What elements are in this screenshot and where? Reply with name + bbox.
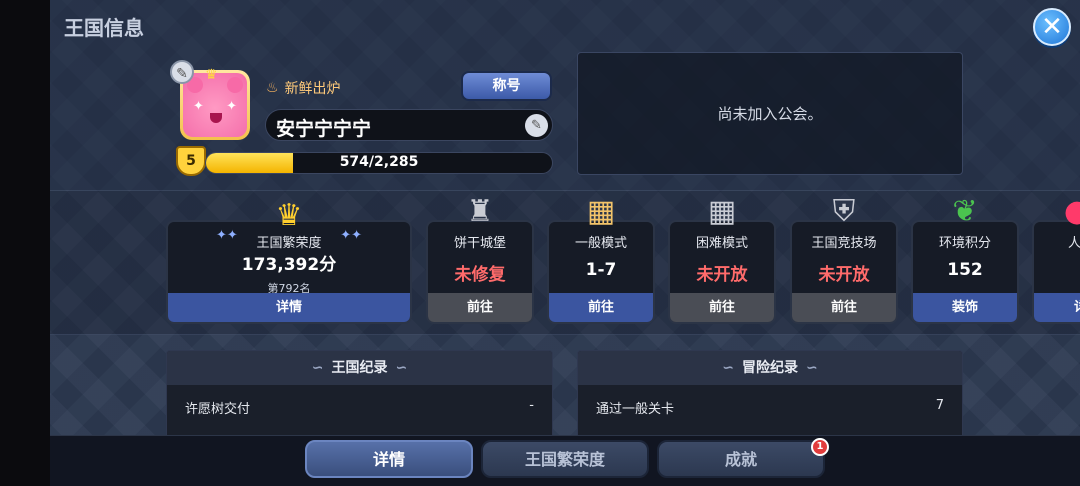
adventure-record-title: 冒险纪录: [742, 360, 798, 376]
record-value: 7: [935, 398, 944, 413]
partial-card-button[interactable]: 详: [1034, 293, 1080, 322]
name-edit-icon[interactable]: ✎: [525, 114, 548, 137]
card-label: 饼干城堡: [453, 236, 506, 251]
kingdom-record-panel: ∽ 王国纪录 ∽ 许愿树交付 -: [166, 350, 553, 440]
achievements-notification-badge: 1: [811, 438, 829, 456]
card-value: 未开放: [818, 265, 870, 285]
record-row: 通过一般关卡 7: [596, 398, 944, 420]
card-cookie-castle: 饼干城堡 未修复 前往: [426, 220, 534, 324]
ornament-icon: ∽: [806, 360, 818, 376]
adventure-record-header: ∽ 冒险纪录 ∽: [578, 351, 962, 385]
kingdom-name-field: 安宁宁宁宁 ✎: [265, 109, 553, 141]
tab-kingdom-prosperity[interactable]: 王国繁荣度: [481, 440, 649, 478]
exp-bar: 574/2,285: [205, 152, 553, 174]
pink-bear-avatar-icon: ♛ ✦ ✦: [183, 67, 247, 137]
sprout-icon: ❦: [952, 194, 978, 229]
card-environment-points: 环境积分 152 装饰: [911, 220, 1019, 324]
page-title: 王国信息: [64, 16, 144, 40]
bread-icon: ♨: [266, 80, 279, 96]
avatar[interactable]: ♛ ✦ ✦: [180, 67, 250, 140]
record-label: 通过一般关卡: [596, 402, 675, 417]
record-label: 许愿树交付: [185, 402, 251, 417]
arena-go-button[interactable]: 前往: [792, 293, 896, 322]
guild-status-box: 尚未加入公会。: [577, 52, 963, 175]
close-icon: ✕: [1041, 12, 1063, 42]
arena-shield-icon: ⛨: [832, 194, 856, 229]
title-button[interactable]: 称号: [461, 71, 552, 101]
heart-gem-icon: ●: [1063, 194, 1080, 229]
kingdom-record-header: ∽ 王国纪录 ∽: [167, 351, 552, 385]
card-label: 环境积分: [938, 236, 991, 251]
card-partial: 人 详: [1032, 220, 1080, 324]
crown-gem-icon: ♛: [275, 198, 303, 233]
tab-details[interactable]: 详情: [305, 440, 473, 478]
card-value: 173,392分: [241, 255, 337, 275]
kingdom-record-title: 王国纪录: [331, 360, 388, 376]
exp-text: 574/2,285: [339, 154, 419, 170]
decorate-button[interactable]: 装饰: [913, 293, 1017, 322]
card-label: 困难模式: [695, 236, 748, 251]
card-value: 152: [947, 260, 983, 280]
kingdom-name: 安宁宁宁宁: [276, 118, 372, 140]
hard-mode-go-button[interactable]: 前往: [670, 293, 774, 322]
kingdom-info-screen: 王国信息 ✕ ♛ ✦ ✦ ✎ ♨ 新鲜出炉 称号 安宁宁宁宁 ✎ 5 574/2…: [0, 0, 1080, 486]
adventure-record-panel: ∽ 冒险纪录 ∽ 通过一般关卡 7: [577, 350, 963, 440]
badge-title-text: 新鲜出炉: [284, 81, 341, 97]
left-edge-strip: [0, 0, 50, 486]
card-value: 未开放: [696, 265, 748, 285]
ornament-icon: ∽: [395, 360, 408, 376]
avatar-edit-icon[interactable]: ✎: [170, 60, 194, 84]
card-kingdom-arena: 王国竞技场 未开放 前往: [790, 220, 898, 324]
card-label: 人: [1068, 236, 1080, 251]
level-badge: 5: [176, 146, 206, 176]
card-value: 未修复: [454, 265, 506, 285]
ornament-icon: ∽: [311, 360, 324, 376]
player-badge-title: ♨ 新鲜出炉: [266, 78, 341, 98]
ornament-icon: ∽: [722, 360, 734, 376]
prosperity-details-button[interactable]: 详情: [168, 293, 410, 322]
guild-status-text: 尚未加入公会。: [717, 105, 823, 123]
castle-icon: ♜: [466, 194, 494, 229]
tab-achievements[interactable]: 成就: [657, 440, 825, 478]
card-value: 1-7: [585, 260, 617, 280]
close-button[interactable]: ✕: [1033, 8, 1071, 46]
card-normal-mode: 一般模式 1-7 前往: [547, 220, 655, 324]
card-label: 王国竞技场: [811, 236, 877, 251]
hard-map-icon: ▦: [707, 194, 737, 229]
record-value: -: [529, 398, 534, 413]
normal-mode-go-button[interactable]: 前往: [549, 293, 653, 322]
map-icon: ▦: [586, 194, 616, 229]
card-label: 一般模式: [574, 236, 627, 251]
card-hard-mode: 困难模式 未开放 前往: [668, 220, 776, 324]
record-row: 许愿树交付 -: [185, 398, 534, 420]
castle-go-button[interactable]: 前往: [428, 293, 532, 322]
